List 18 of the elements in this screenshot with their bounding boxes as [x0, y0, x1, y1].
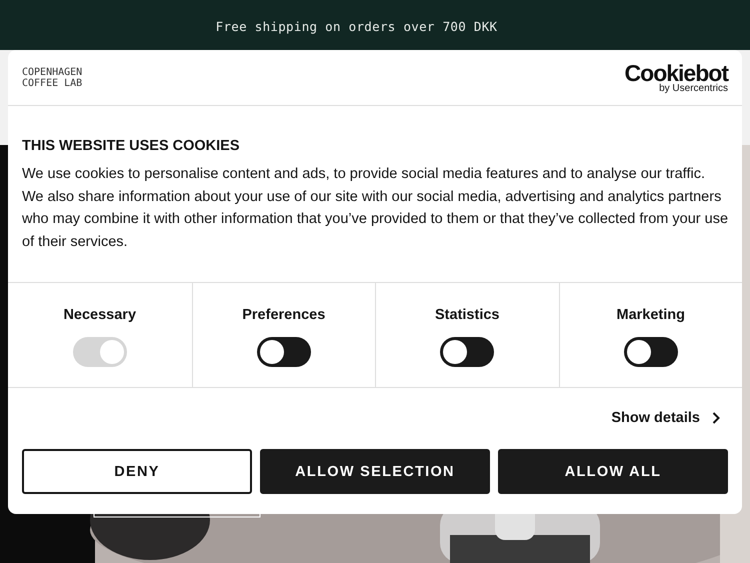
chevron-right-icon — [712, 412, 720, 424]
allow-all-button[interactable]: ALLOW ALL — [498, 449, 728, 494]
category-label: Marketing — [616, 307, 685, 323]
category-label: Preferences — [242, 307, 326, 323]
logo-byline: by Usercentrics — [659, 84, 728, 94]
cookie-description: We use cookies to personalise content and ads, to provide social media features and to analyse our traffic. We also share information about your use of our site with our social media, advertising and analytics partners who may combine it with other information that you’ve provided to them or that they’ve collected from your use of their services. — [22, 165, 728, 252]
deny-button[interactable]: DENY — [22, 449, 252, 494]
toggle-switch[interactable] — [440, 337, 494, 367]
category-label: Necessary — [63, 307, 136, 323]
brand-logo: COPENHAGEN COFFEE LAB — [22, 66, 82, 88]
cookiebot-logo: Cookiebot — [624, 62, 728, 84]
category-label: Statistics — [435, 307, 500, 323]
toggle-switch[interactable] — [624, 337, 678, 367]
toggle-switch[interactable] — [256, 337, 311, 367]
allow-selection-button[interactable]: ALLOW SELECTION — [260, 449, 490, 494]
show-details-link[interactable]: Show details — [611, 410, 720, 426]
announcement-text: Free shipping on orders over 700 DKK — [216, 18, 498, 34]
dialog-title: THIS WEBSITE USES COOKIES — [22, 138, 241, 154]
